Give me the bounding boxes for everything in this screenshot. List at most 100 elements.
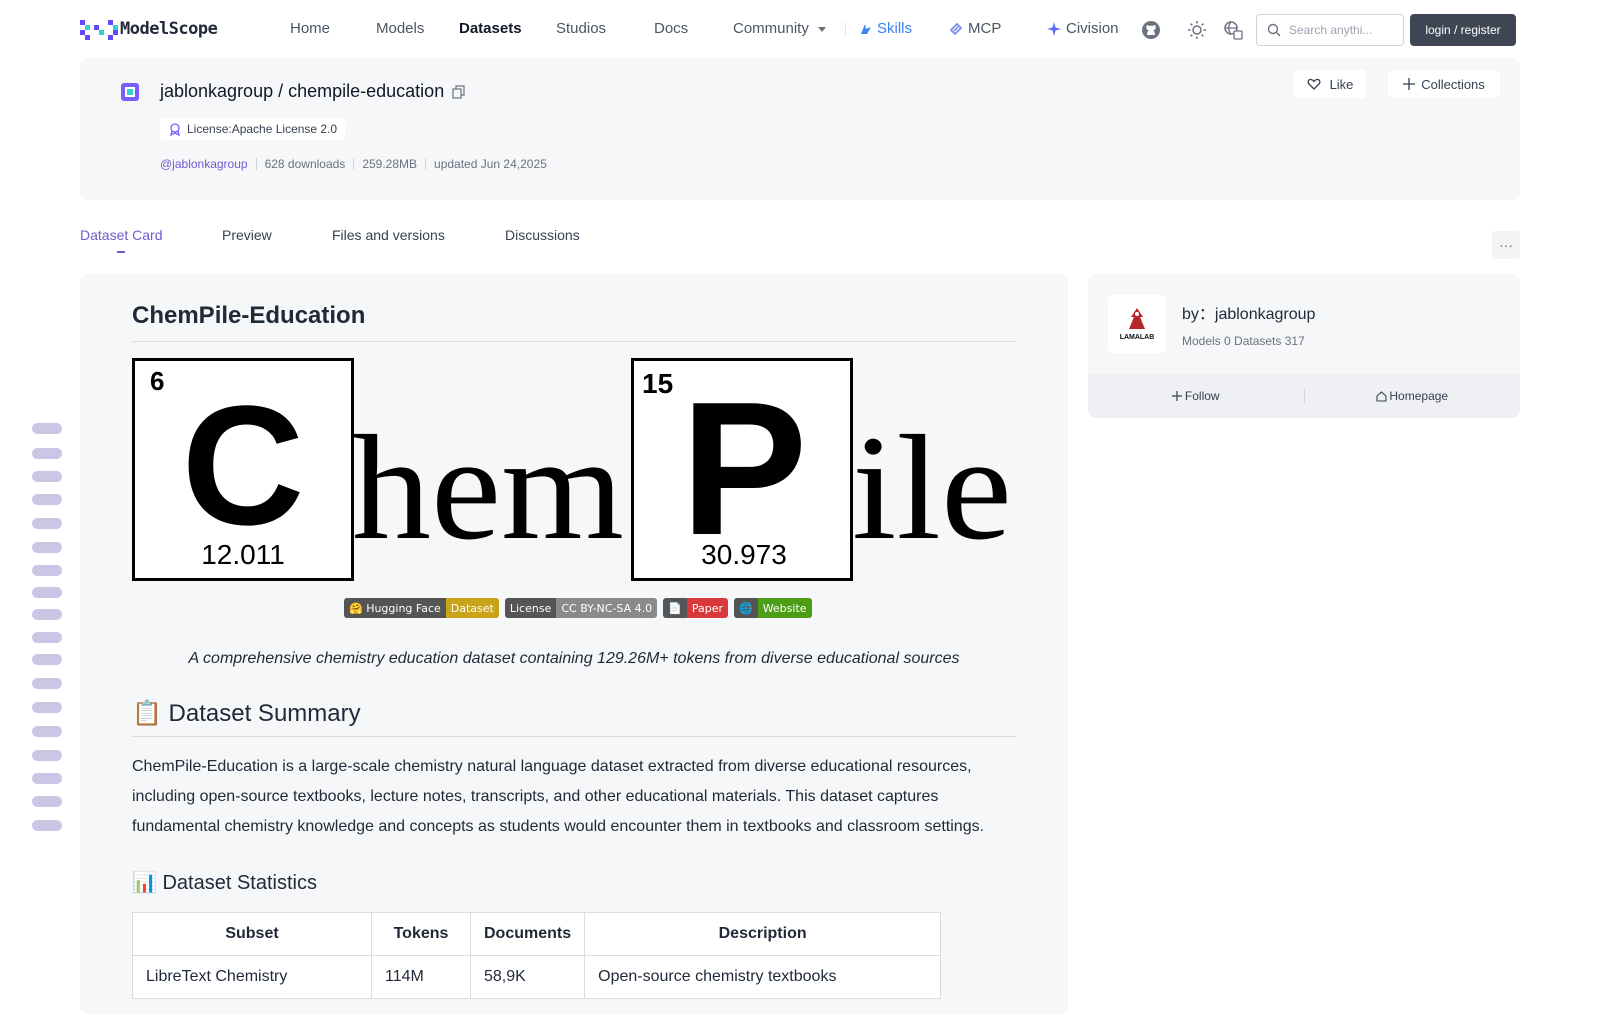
github-icon[interactable] bbox=[1140, 19, 1162, 41]
toc-item[interactable] bbox=[32, 726, 62, 737]
org-avatar[interactable]: LAMALAB bbox=[1108, 295, 1166, 353]
badge-left: 📄 bbox=[663, 598, 687, 618]
dataset-owner[interactable]: jablonkagroup bbox=[160, 81, 273, 102]
search-input[interactable] bbox=[1289, 23, 1399, 37]
license-shield-badge[interactable]: License CC BY-NC-SA 4.0 bbox=[504, 598, 658, 618]
tab-preview[interactable]: Preview bbox=[222, 227, 272, 243]
follow-button[interactable]: Follow bbox=[1088, 389, 1304, 403]
login-register-button[interactable]: login / register bbox=[1410, 14, 1516, 46]
tab-discussions[interactable]: Discussions bbox=[505, 227, 580, 243]
toc-item[interactable] bbox=[32, 750, 62, 761]
meta-divider bbox=[353, 158, 355, 170]
table-header-row: Subset Tokens Documents Description bbox=[132, 912, 942, 956]
nav-civision[interactable]: Civision bbox=[1046, 20, 1119, 37]
org-name[interactable]: by：jablonkagroup bbox=[1182, 300, 1315, 324]
summary-text: ChemPile-Education is a large-scale chem… bbox=[132, 758, 985, 835]
collections-button[interactable]: Collections bbox=[1388, 70, 1500, 98]
tab-dataset-card[interactable]: Dataset Card bbox=[80, 227, 162, 243]
summary-heading: 📋 Dataset Summary bbox=[132, 700, 361, 727]
toc-item[interactable] bbox=[32, 518, 62, 529]
website-badge[interactable]: 🌐 Website bbox=[733, 598, 812, 618]
carbon-symbol: C bbox=[182, 371, 305, 561]
search-icon bbox=[1267, 23, 1281, 37]
theme-toggle-icon[interactable] bbox=[1186, 19, 1208, 41]
toc-item[interactable] bbox=[32, 587, 62, 598]
paper-badge[interactable]: 📄 Paper bbox=[663, 598, 728, 618]
like-button[interactable]: Like bbox=[1294, 70, 1366, 98]
title-slash: / bbox=[278, 81, 284, 101]
toc-item[interactable] bbox=[32, 796, 62, 807]
toc-item[interactable] bbox=[32, 609, 62, 620]
skills-icon bbox=[861, 24, 871, 35]
toc-item[interactable] bbox=[32, 471, 62, 482]
more-options-button[interactable]: ··· bbox=[1492, 231, 1520, 259]
nav-mcp-label: MCP bbox=[968, 20, 1002, 37]
toc-item[interactable] bbox=[32, 678, 62, 689]
toc-item[interactable] bbox=[32, 820, 62, 831]
nav-models[interactable]: Models bbox=[376, 20, 424, 37]
nav-community[interactable]: Community bbox=[733, 20, 827, 37]
cell-description: Open-source chemistry textbooks bbox=[584, 955, 942, 999]
nav-docs[interactable]: Docs bbox=[654, 20, 688, 37]
search-box[interactable] bbox=[1256, 14, 1404, 46]
col-subset: Subset bbox=[132, 912, 372, 956]
badge-right: CC BY-NC-SA 4.0 bbox=[556, 598, 658, 618]
follow-label: Follow bbox=[1184, 389, 1220, 403]
divider bbox=[132, 736, 1016, 737]
nav-studios[interactable]: Studios bbox=[556, 20, 606, 37]
lamalab-logo-icon bbox=[1129, 308, 1145, 329]
toc-item[interactable] bbox=[32, 702, 62, 713]
chevron-down-icon bbox=[818, 27, 827, 33]
homepage-button[interactable]: Homepage bbox=[1305, 389, 1521, 403]
meta-divider bbox=[255, 158, 257, 170]
nav-home[interactable]: Home bbox=[290, 20, 330, 37]
mcp-icon bbox=[949, 22, 963, 36]
cell-tokens: 114M bbox=[371, 955, 471, 999]
updated-date: updated Jun 24,2025 bbox=[434, 157, 547, 171]
carbon-number: 6 bbox=[150, 366, 164, 396]
org-actions: Follow Homepage bbox=[1088, 374, 1520, 418]
language-icon[interactable] bbox=[1222, 19, 1244, 41]
active-tab-indicator bbox=[117, 251, 125, 253]
toc-item[interactable] bbox=[32, 632, 62, 643]
col-documents: Documents bbox=[469, 912, 586, 956]
plus-icon bbox=[1403, 78, 1416, 90]
license-icon bbox=[170, 123, 180, 136]
statistics-table: Subset Tokens Documents Description Libr… bbox=[132, 912, 942, 999]
nav-mcp[interactable]: MCP bbox=[948, 20, 1001, 37]
badge-right: Paper bbox=[686, 598, 728, 618]
owner-link[interactable]: @jablonkagroup bbox=[160, 157, 248, 171]
badges-row: 🤗 Hugging Face Dataset License CC BY-NC-… bbox=[344, 598, 812, 618]
huggingface-badge[interactable]: 🤗 Hugging Face Dataset bbox=[344, 598, 499, 618]
copy-icon[interactable] bbox=[452, 84, 466, 99]
nav-datasets[interactable]: Datasets bbox=[459, 20, 522, 37]
toc-item[interactable] bbox=[32, 773, 62, 784]
toc-item[interactable] bbox=[32, 654, 62, 665]
modelscope-logo-icon bbox=[80, 20, 118, 40]
org-logo-text: LAMALAB bbox=[1119, 334, 1155, 341]
license-text: License:Apache License 2.0 bbox=[187, 122, 338, 136]
cell-documents: 58,9K bbox=[469, 955, 586, 999]
nav-skills[interactable]: Skills bbox=[859, 20, 912, 37]
badge-right: Website bbox=[757, 598, 812, 618]
tagline: A comprehensive chemistry education data… bbox=[188, 650, 960, 667]
toc-item[interactable] bbox=[32, 565, 62, 576]
toc-item[interactable] bbox=[32, 448, 62, 459]
toc-item[interactable] bbox=[32, 494, 62, 505]
toc-item[interactable] bbox=[32, 542, 62, 553]
cell-subset: LibreText Chemistry bbox=[132, 955, 372, 999]
home-icon bbox=[1376, 390, 1387, 402]
toc-item[interactable] bbox=[32, 423, 62, 434]
nav-community-label: Community bbox=[733, 20, 809, 37]
heart-icon bbox=[1307, 78, 1321, 90]
org-card: LAMALAB by：jablonkagroup Models 0 Datase… bbox=[1088, 274, 1520, 418]
nav-skills-label: Skills bbox=[877, 20, 913, 37]
tab-files-and-versions[interactable]: Files and versions bbox=[332, 227, 445, 243]
dataset-card-content: ChemPile-Education 6 C 12.011 hem 15 P 3… bbox=[80, 274, 1068, 1014]
statistics-heading: 📊 Dataset Statistics bbox=[132, 872, 317, 894]
modelscope-logo[interactable]: ModelScope bbox=[80, 18, 218, 40]
license-badge[interactable]: License:Apache License 2.0 bbox=[160, 118, 346, 140]
dataset-header: jablonkagroup / chempile-education Licen… bbox=[80, 58, 1520, 200]
badge-right: Dataset bbox=[445, 598, 499, 618]
top-nav: ModelScope Home Models Datasets Studios … bbox=[0, 0, 1600, 58]
